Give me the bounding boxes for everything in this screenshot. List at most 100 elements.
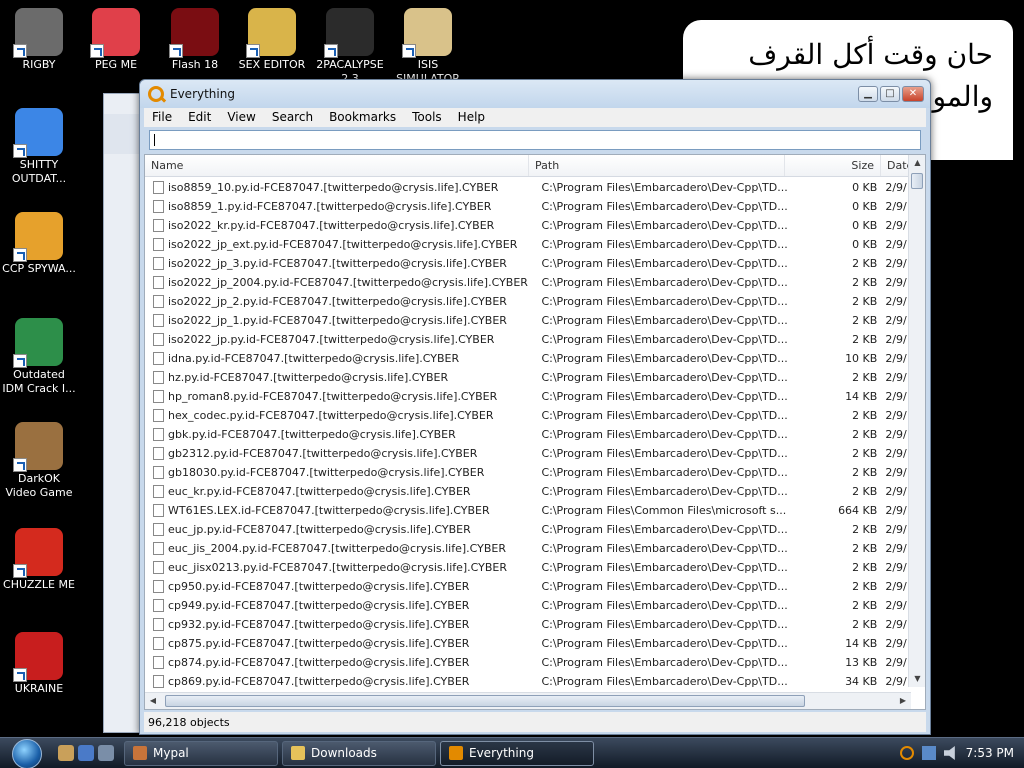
list-header: Name Path Size Date (145, 155, 925, 177)
table-row[interactable]: iso2022_kr.py.id-FCE87047.[twitterpedo@c… (145, 216, 911, 235)
clock[interactable]: 7:53 PM (966, 746, 1014, 760)
taskbar-button-mypal[interactable]: Mypal (124, 740, 278, 766)
file-path: C:\Program Files\Embarcadero\Dev-Cpp\TD.… (541, 238, 788, 251)
table-row[interactable]: iso2022_jp_2.py.id-FCE87047.[twitterpedo… (145, 292, 911, 311)
desktop-icon[interactable]: Outdated IDM Crack I... (1, 318, 77, 396)
app-icon (13, 528, 63, 578)
desktop-icon[interactable]: 2PACALYPSE 2.3 (312, 8, 388, 86)
window-title: Everything (170, 87, 235, 101)
system-tray: 7:53 PM (899, 746, 1024, 760)
column-header-date[interactable]: Date (881, 155, 913, 176)
table-row[interactable]: euc_kr.py.id-FCE87047.[twitterpedo@crysi… (145, 482, 911, 501)
vertical-scrollbar[interactable]: ▲ ▼ (908, 155, 925, 687)
desktop-icon[interactable]: UKRAINE (1, 632, 77, 696)
file-name: euc_jp.py.id-FCE87047.[twitterpedo@crysi… (168, 523, 471, 536)
table-row[interactable]: euc_jisx0213.py.id-FCE87047.[twitterpedo… (145, 558, 911, 577)
file-size: 2 KB (852, 371, 878, 384)
table-row[interactable]: gbk.py.id-FCE87047.[twitterpedo@crysis.l… (145, 425, 911, 444)
desktop-icon[interactable]: PEG ME (78, 8, 154, 72)
table-row[interactable]: hex_codec.py.id-FCE87047.[twitterpedo@cr… (145, 406, 911, 425)
file-icon (153, 390, 164, 403)
file-name: gbk.py.id-FCE87047.[twitterpedo@crysis.l… (168, 428, 456, 441)
table-row[interactable]: iso2022_jp_1.py.id-FCE87047.[twitterpedo… (145, 311, 911, 330)
menu-file[interactable]: File (144, 108, 180, 127)
everything-tray-icon[interactable] (899, 746, 914, 760)
desktop-icon[interactable]: CCP SPYWA... (1, 212, 77, 276)
menu-help[interactable]: Help (450, 108, 493, 127)
desktop-icon-label: CHUZZLE ME (3, 578, 75, 591)
quick-launch-browser-icon[interactable] (78, 745, 94, 761)
table-row[interactable]: iso2022_jp.py.id-FCE87047.[twitterpedo@c… (145, 330, 911, 349)
search-input[interactable] (149, 130, 921, 150)
file-size: 2 KB (852, 314, 878, 327)
title-bar[interactable]: Everything ▁ □ ✕ (140, 80, 930, 108)
desktop-icon[interactable]: DarkOK Video Game (1, 422, 77, 500)
file-icon (153, 599, 164, 612)
file-path: C:\Program Files\Embarcadero\Dev-Cpp\TD.… (541, 276, 788, 289)
scroll-down-arrow-icon[interactable]: ▼ (909, 671, 925, 687)
table-row[interactable]: iso8859_1.py.id-FCE87047.[twitterpedo@cr… (145, 197, 911, 216)
table-row[interactable]: cp869.py.id-FCE87047.[twitterpedo@crysis… (145, 672, 911, 691)
minimize-button[interactable]: ▁ (858, 86, 878, 102)
table-row[interactable]: gb18030.py.id-FCE87047.[twitterpedo@crys… (145, 463, 911, 482)
results-list: Name Path Size Date iso8859_10.py.id-FCE… (144, 154, 926, 710)
desktop-icon[interactable]: CHUZZLE ME (1, 528, 77, 592)
scroll-left-arrow-icon[interactable]: ◀ (145, 693, 161, 709)
table-row[interactable]: cp874.py.id-FCE87047.[twitterpedo@crysis… (145, 653, 911, 672)
table-row[interactable]: cp875.py.id-FCE87047.[twitterpedo@crysis… (145, 634, 911, 653)
table-row[interactable]: hp_roman8.py.id-FCE87047.[twitterpedo@cr… (145, 387, 911, 406)
table-row[interactable]: hz.py.id-FCE87047.[twitterpedo@crysis.li… (145, 368, 911, 387)
show-desktop-icon[interactable] (98, 745, 114, 761)
vertical-scroll-thumb[interactable] (911, 173, 923, 189)
table-row[interactable]: euc_jp.py.id-FCE87047.[twitterpedo@crysi… (145, 520, 911, 539)
taskbar-button-label: Everything (469, 746, 534, 760)
app-icon (13, 8, 63, 58)
shortcut-arrow-icon (13, 248, 27, 262)
file-path: C:\Program Files\Embarcadero\Dev-Cpp\TD.… (541, 295, 788, 308)
file-name: hp_roman8.py.id-FCE87047.[twitterpedo@cr… (168, 390, 498, 403)
horizontal-scrollbar[interactable]: ◀ ▶ (145, 692, 911, 709)
table-row[interactable]: iso8859_10.py.id-FCE87047.[twitterpedo@c… (145, 178, 911, 197)
volume-icon[interactable] (943, 746, 955, 760)
network-icon[interactable] (921, 746, 936, 760)
table-row[interactable]: iso2022_jp_2004.py.id-FCE87047.[twitterp… (145, 273, 911, 292)
maximize-button[interactable]: □ (880, 86, 900, 102)
table-row[interactable]: cp949.py.id-FCE87047.[twitterpedo@crysis… (145, 596, 911, 615)
horizontal-scroll-thumb[interactable] (165, 695, 805, 707)
shortcut-arrow-icon (13, 144, 27, 158)
table-row[interactable]: euc_jis_2004.py.id-FCE87047.[twitterpedo… (145, 539, 911, 558)
desktop-icon-label: SEX EDITOR (238, 58, 306, 71)
table-row[interactable]: cp950.py.id-FCE87047.[twitterpedo@crysis… (145, 577, 911, 596)
desktop-icon[interactable]: Flash 18 (157, 8, 233, 72)
file-name: idna.py.id-FCE87047.[twitterpedo@crysis.… (168, 352, 460, 365)
table-row[interactable]: iso2022_jp_ext.py.id-FCE87047.[twitterpe… (145, 235, 911, 254)
file-icon (153, 295, 164, 308)
desktop-icon[interactable]: RIGBY (1, 8, 77, 72)
table-row[interactable]: cp932.py.id-FCE87047.[twitterpedo@crysis… (145, 615, 911, 634)
column-header-name[interactable]: Name (145, 155, 529, 176)
file-name: hex_codec.py.id-FCE87047.[twitterpedo@cr… (168, 409, 494, 422)
menu-view[interactable]: View (219, 108, 263, 127)
scroll-up-arrow-icon[interactable]: ▲ (909, 155, 925, 171)
quick-launch-app-icon[interactable] (58, 745, 74, 761)
column-header-path[interactable]: Path (529, 155, 785, 176)
file-path: C:\Program Files\Embarcadero\Dev-Cpp\TD.… (541, 447, 788, 460)
table-row[interactable]: idna.py.id-FCE87047.[twitterpedo@crysis.… (145, 349, 911, 368)
taskbar-button-downloads[interactable]: Downloads (282, 740, 436, 766)
menu-search[interactable]: Search (264, 108, 321, 127)
desktop-icon[interactable]: SEX EDITOR (234, 8, 310, 72)
column-header-size[interactable]: Size (785, 155, 881, 176)
menu-edit[interactable]: Edit (180, 108, 219, 127)
file-name: iso2022_jp_2.py.id-FCE87047.[twitterpedo… (168, 295, 507, 308)
menu-bookmarks[interactable]: Bookmarks (321, 108, 404, 127)
close-button[interactable]: ✕ (902, 86, 924, 102)
desktop-icon[interactable]: SHITTY OUTDAT... (1, 108, 77, 186)
scroll-right-arrow-icon[interactable]: ▶ (895, 693, 911, 709)
table-row[interactable]: iso2022_jp_3.py.id-FCE87047.[twitterpedo… (145, 254, 911, 273)
table-row[interactable]: WT61ES.LEX.id-FCE87047.[twitterpedo@crys… (145, 501, 911, 520)
taskbar-button-everything[interactable]: Everything (440, 740, 594, 766)
start-button[interactable] (0, 738, 52, 768)
table-row[interactable]: gb2312.py.id-FCE87047.[twitterpedo@crysi… (145, 444, 911, 463)
menu-tools[interactable]: Tools (404, 108, 450, 127)
desktop-icon[interactable]: ISIS SIMULATOR (390, 8, 466, 86)
